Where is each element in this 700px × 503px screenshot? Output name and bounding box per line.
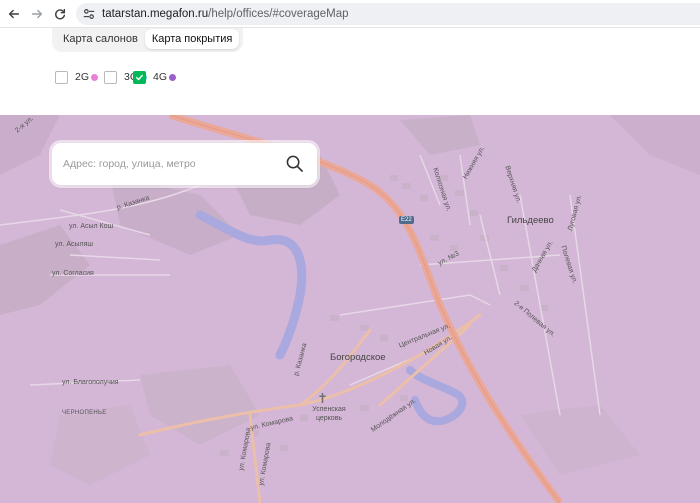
tab-stores-map[interactable]: Карта салонов bbox=[56, 29, 145, 49]
coverage-map[interactable]: Богородское Гильдеево Успенская церковь … bbox=[0, 115, 700, 503]
filter-4g-label: 4G bbox=[153, 71, 168, 83]
map-label-blagopoluchiya: ул. Благополучия bbox=[62, 379, 119, 386]
map-label-soglasiya: ул. Согласия bbox=[52, 270, 94, 277]
filter-4g[interactable]: 4G bbox=[133, 70, 177, 84]
checkbox-3g[interactable] bbox=[104, 70, 118, 84]
url-text: tatarstan.megafon.ru/help/offices/#cover… bbox=[102, 8, 349, 20]
search-icon[interactable] bbox=[286, 155, 303, 172]
map-label-gildeevo: Гильдеево bbox=[507, 215, 554, 226]
map-label-chernopene: ЧЕРНОПЕНЬЕ bbox=[62, 410, 107, 416]
network-filters: 2G 3G 4G bbox=[55, 69, 182, 85]
map-label-bogorodskoe: Богородское bbox=[330, 352, 386, 363]
filter-2g-label: 2G bbox=[75, 71, 90, 83]
browser-toolbar: tatarstan.megafon.ru/help/offices/#cover… bbox=[0, 0, 700, 28]
map-tabs: Карта салонов Карта покрытия bbox=[52, 28, 244, 52]
back-button[interactable] bbox=[4, 4, 24, 24]
checkbox-4g[interactable] bbox=[133, 70, 147, 84]
reload-button[interactable] bbox=[50, 4, 70, 24]
tab-coverage-map[interactable]: Карта покрытия bbox=[144, 28, 240, 49]
arrow-left-icon bbox=[8, 9, 20, 19]
color-dot-2g bbox=[91, 73, 99, 81]
address-search-input[interactable] bbox=[63, 158, 283, 170]
map-label-asylyash: ул. Асыляш bbox=[55, 241, 94, 248]
reload-icon bbox=[55, 8, 66, 20]
address-bar[interactable]: tatarstan.megafon.ru/help/offices/#cover… bbox=[76, 3, 700, 25]
url-path: /help/offices/#coverageMap bbox=[208, 8, 349, 20]
filter-2g[interactable]: 2G bbox=[55, 70, 99, 84]
forward-button[interactable] bbox=[27, 4, 47, 24]
church-icon bbox=[319, 393, 326, 403]
map-search-box bbox=[52, 143, 317, 185]
road-badge-e22: E22 bbox=[399, 216, 414, 224]
checkbox-2g[interactable] bbox=[55, 70, 68, 84]
url-host: tatarstan.megafon.ru bbox=[102, 8, 209, 20]
map-label-asyl-kosh: ул. Асыл Кош bbox=[69, 223, 114, 230]
checkmark-icon bbox=[136, 74, 143, 80]
map-label-uspenskaya: Успенская церковь bbox=[312, 406, 346, 422]
arrow-right-icon bbox=[31, 9, 43, 19]
site-settings-icon[interactable] bbox=[82, 7, 96, 21]
color-dot-4g bbox=[169, 73, 177, 81]
